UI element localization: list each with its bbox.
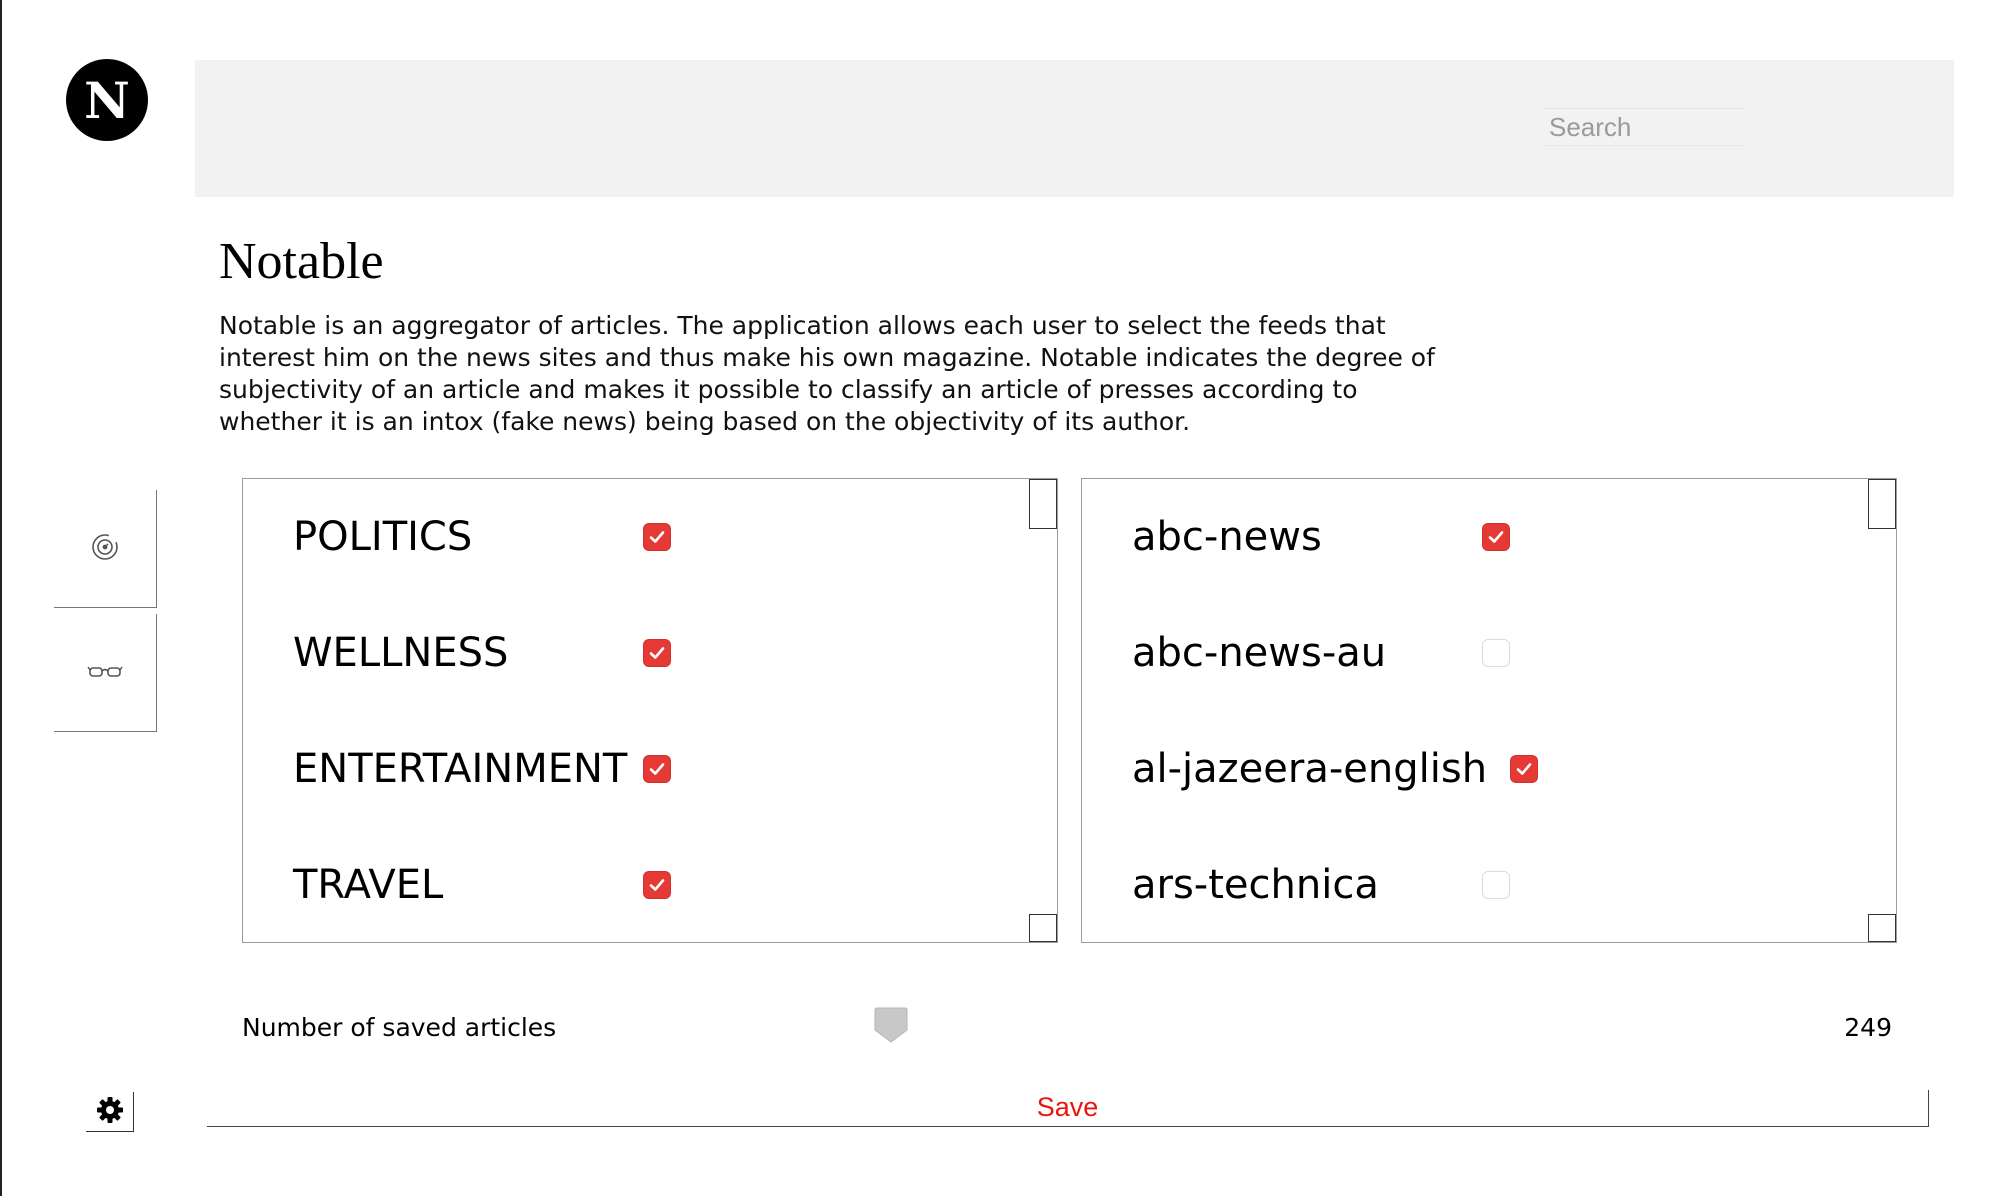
saved-articles-count: 249	[1844, 1013, 1892, 1042]
saved-articles-label: Number of saved articles	[242, 1013, 557, 1042]
source-item-checkbox[interactable]	[1482, 871, 1510, 899]
checkmark-icon	[649, 647, 665, 659]
glasses-icon	[87, 661, 123, 685]
settings-button[interactable]	[86, 1092, 134, 1132]
source-item: abc-news	[1132, 507, 1322, 567]
category-item-label: POLITICS	[293, 514, 473, 560]
source-item: ars-technica	[1132, 855, 1379, 915]
checkmark-icon	[649, 763, 665, 775]
panel-scroll-handle-top[interactable]	[1029, 479, 1057, 529]
category-item: ENTERTAINMENT	[293, 739, 627, 799]
source-item-checkbox[interactable]	[1482, 639, 1510, 667]
sidebar-item-watch[interactable]	[54, 490, 157, 608]
category-item-label: ENTERTAINMENT	[293, 746, 628, 792]
source-item-checkbox[interactable]	[1510, 755, 1538, 783]
save-bar: Save	[207, 1090, 1929, 1127]
panel-resize-handle[interactable]	[1868, 914, 1896, 942]
panel-resize-handle[interactable]	[1029, 914, 1057, 942]
checkmark-icon	[649, 879, 665, 891]
category-item-checkbox[interactable]	[643, 871, 671, 899]
source-item: abc-news-au	[1132, 623, 1386, 683]
category-item-label: TRAVEL	[293, 862, 444, 908]
category-item: TRAVEL	[293, 855, 443, 915]
eye-target-icon	[88, 530, 122, 568]
source-item-label: ars-technica	[1132, 862, 1379, 908]
logo-letter: N	[84, 70, 130, 130]
source-item-label: al-jazeera-english	[1132, 746, 1488, 792]
category-item-label: WELLNESS	[293, 630, 509, 676]
source-item-checkbox[interactable]	[1482, 523, 1510, 551]
source-item-label: abc-news	[1132, 514, 1322, 560]
search-input[interactable]	[1543, 108, 1743, 146]
category-item-checkbox[interactable]	[643, 523, 671, 551]
category-item: WELLNESS	[293, 623, 508, 683]
page-title: Notable	[219, 233, 384, 290]
gear-icon	[95, 1095, 125, 1129]
checkmark-icon	[1488, 531, 1504, 543]
window-left-border	[0, 0, 2, 1196]
category-item-checkbox[interactable]	[643, 639, 671, 667]
category-item: POLITICS	[293, 507, 472, 567]
sources-panel[interactable]: abc-news abc-news-au al-jazeera-english ars…	[1081, 478, 1897, 943]
checkmark-icon	[1516, 763, 1532, 775]
sidebar-item-reading[interactable]	[54, 614, 157, 732]
app-logo[interactable]: N	[66, 59, 148, 141]
category-item-checkbox[interactable]	[643, 755, 671, 783]
save-button[interactable]: Save	[207, 1092, 1928, 1123]
categories-panel[interactable]: POLITICS WELLNESS ENTERTAINMENT TRAVEL	[242, 478, 1058, 943]
saved-articles-slider-thumb[interactable]	[874, 1006, 908, 1044]
source-item-label: abc-news-au	[1132, 630, 1387, 676]
checkmark-icon	[649, 531, 665, 543]
source-item: al-jazeera-english	[1132, 739, 1487, 799]
panel-scroll-handle-top[interactable]	[1868, 479, 1896, 529]
app-description: Notable is an aggregator of articles. Th…	[219, 311, 1435, 436]
